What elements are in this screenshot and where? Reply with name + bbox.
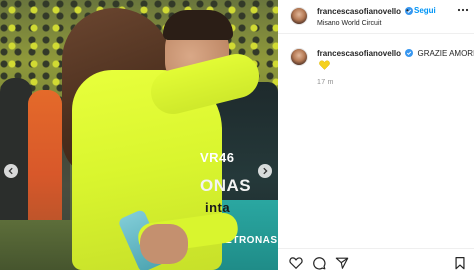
previous-photo-button[interactable] — [4, 164, 18, 178]
photo-man-hair — [163, 10, 233, 40]
follow-button[interactable]: Segui — [414, 6, 436, 15]
next-photo-button[interactable] — [258, 164, 272, 178]
photo-person-orange — [28, 90, 62, 230]
caption-timestamp: 17 m — [317, 79, 334, 86]
chevron-left-icon — [8, 167, 13, 175]
comment-bubble-icon[interactable] — [312, 256, 326, 270]
separator-dot: • — [406, 6, 409, 15]
photo-hand — [140, 224, 188, 264]
post-side-panel: francescasofianovello • Segui Misano Wor… — [278, 0, 474, 270]
post-username[interactable]: francescasofianovello — [317, 7, 414, 16]
heart-outline-icon[interactable] — [289, 256, 303, 270]
caption-line: francescasofianovello GRAZIE AMORE — [317, 49, 474, 58]
username-text[interactable]: francescasofianovello — [317, 7, 401, 16]
caption-username[interactable]: francescasofianovello — [317, 49, 401, 58]
post-photo[interactable]: VR46 ONAS inta PETRONAS — [0, 0, 278, 270]
yellow-heart-icon — [319, 60, 330, 70]
avatar[interactable] — [290, 7, 308, 25]
bookmark-icon[interactable] — [453, 256, 467, 270]
post-header: francescasofianovello • Segui Misano Wor… — [278, 0, 474, 34]
ellipsis-icon[interactable] — [457, 5, 469, 15]
photo-suit-text: VR46 — [200, 150, 235, 165]
caption-text: GRAZIE AMORE — [417, 49, 474, 58]
post-location[interactable]: Misano World Circuit — [317, 20, 381, 27]
chevron-right-icon — [263, 167, 268, 175]
post-actions-bar — [278, 248, 474, 270]
photo-suit-text: ONAS — [200, 176, 252, 195]
verified-badge-icon — [405, 49, 414, 57]
paper-plane-icon[interactable] — [335, 256, 349, 270]
caption-avatar[interactable] — [290, 48, 308, 66]
